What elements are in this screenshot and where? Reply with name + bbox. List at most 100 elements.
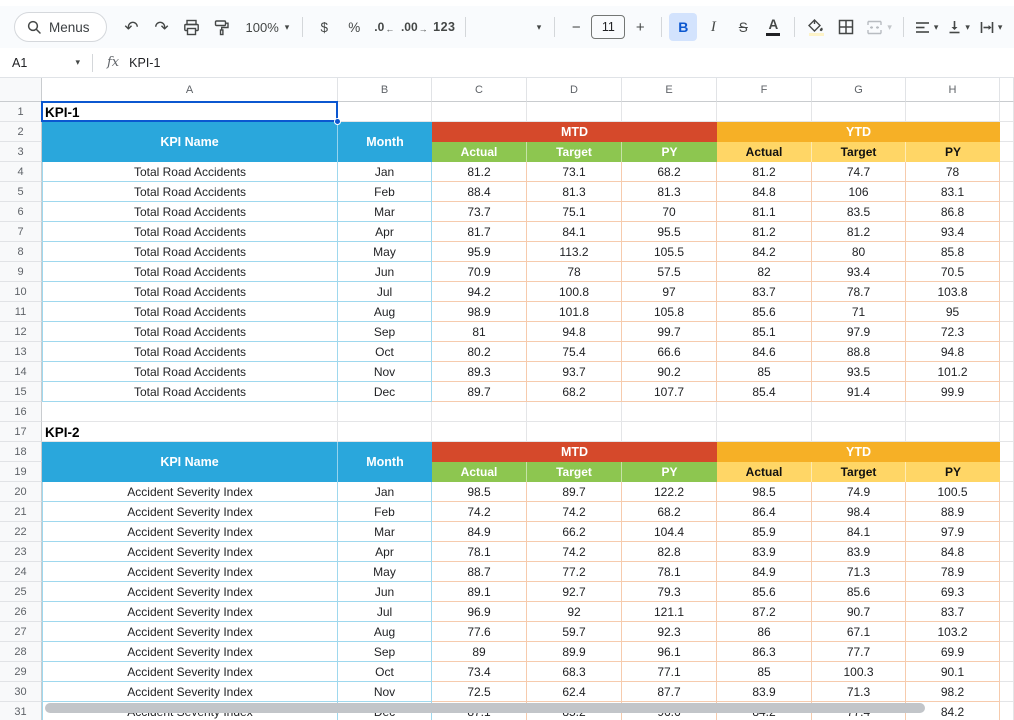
- value-cell[interactable]: 81.3: [622, 182, 717, 202]
- value-cell[interactable]: 98.5: [432, 482, 527, 502]
- row-header-24[interactable]: 24: [0, 562, 42, 582]
- ytd-subheader[interactable]: Actual: [717, 142, 812, 162]
- value-cell[interactable]: 74.2: [527, 502, 622, 522]
- kpi-name-header[interactable]: KPI Name: [42, 122, 338, 162]
- value-cell[interactable]: 121.1: [622, 602, 717, 622]
- row-header-1[interactable]: 1: [0, 102, 42, 122]
- value-cell[interactable]: 98.5: [717, 482, 812, 502]
- column-header-C[interactable]: C: [432, 78, 527, 102]
- month-cell[interactable]: Jan: [338, 162, 432, 182]
- row-header-28[interactable]: 28: [0, 642, 42, 662]
- text-color-button[interactable]: A: [759, 13, 787, 41]
- value-cell[interactable]: 104.4: [622, 522, 717, 542]
- row-header-19[interactable]: 19: [0, 462, 42, 482]
- value-cell[interactable]: 81: [432, 322, 527, 342]
- paint-format-button[interactable]: [208, 13, 236, 41]
- mtd-header[interactable]: MTD: [432, 442, 717, 462]
- redo-button[interactable]: ↷: [148, 13, 176, 41]
- grid-cell[interactable]: [717, 102, 812, 122]
- grid-cell[interactable]: [1000, 662, 1014, 682]
- grid-cell[interactable]: [527, 402, 622, 422]
- grid-cell[interactable]: [1000, 682, 1014, 702]
- value-cell[interactable]: 100.3: [812, 662, 906, 682]
- grid-cell[interactable]: [622, 402, 717, 422]
- kpi-name-cell[interactable]: Accident Severity Index: [42, 542, 338, 562]
- vertical-align-button[interactable]: ▾: [944, 13, 974, 41]
- row-header-2[interactable]: 2: [0, 122, 42, 142]
- grid-cell[interactable]: [1000, 582, 1014, 602]
- value-cell[interactable]: 90.1: [906, 662, 1000, 682]
- value-cell[interactable]: 66.6: [622, 342, 717, 362]
- grid-cell[interactable]: [1000, 282, 1014, 302]
- row-header-16[interactable]: 16: [0, 402, 42, 422]
- value-cell[interactable]: 84.8: [717, 182, 812, 202]
- kpi-name-cell[interactable]: Total Road Accidents: [42, 182, 338, 202]
- value-cell[interactable]: 83.1: [906, 182, 1000, 202]
- value-cell[interactable]: 88.4: [432, 182, 527, 202]
- fill-color-button[interactable]: [802, 13, 830, 41]
- value-cell[interactable]: 94.8: [527, 322, 622, 342]
- value-cell[interactable]: 89.7: [432, 382, 527, 402]
- kpi-name-cell[interactable]: Total Road Accidents: [42, 282, 338, 302]
- grid-cell[interactable]: [1000, 522, 1014, 542]
- value-cell[interactable]: 96.9: [432, 602, 527, 622]
- grid-cell[interactable]: [338, 422, 432, 442]
- value-cell[interactable]: 93.5: [812, 362, 906, 382]
- value-cell[interactable]: 81.2: [812, 222, 906, 242]
- zoom-dropdown[interactable]: 100% ▾: [238, 13, 296, 41]
- row-header-5[interactable]: 5: [0, 182, 42, 202]
- grid-cell[interactable]: [338, 402, 432, 422]
- grid-cell[interactable]: [906, 422, 1000, 442]
- value-cell[interactable]: 103.8: [906, 282, 1000, 302]
- value-cell[interactable]: 71.3: [812, 562, 906, 582]
- month-cell[interactable]: Feb: [338, 182, 432, 202]
- grid-cell[interactable]: [717, 402, 812, 422]
- row-header-25[interactable]: 25: [0, 582, 42, 602]
- value-cell[interactable]: 74.2: [432, 502, 527, 522]
- grid-cell[interactable]: [1000, 562, 1014, 582]
- grid-cell[interactable]: [1000, 622, 1014, 642]
- value-cell[interactable]: 95: [906, 302, 1000, 322]
- grid-cell[interactable]: [1000, 542, 1014, 562]
- month-cell[interactable]: Aug: [338, 622, 432, 642]
- value-cell[interactable]: 88.9: [906, 502, 1000, 522]
- kpi-name-cell[interactable]: Accident Severity Index: [42, 642, 338, 662]
- grid-corner[interactable]: [0, 78, 42, 102]
- value-cell[interactable]: 68.3: [527, 662, 622, 682]
- value-cell[interactable]: 107.7: [622, 382, 717, 402]
- mtd-subheader[interactable]: Actual: [432, 462, 527, 482]
- mtd-subheader[interactable]: Target: [527, 462, 622, 482]
- horizontal-align-button[interactable]: ▾: [911, 13, 943, 41]
- value-cell[interactable]: 70: [622, 202, 717, 222]
- row-header-12[interactable]: 12: [0, 322, 42, 342]
- grid-cell[interactable]: [432, 422, 527, 442]
- value-cell[interactable]: 78.1: [432, 542, 527, 562]
- value-cell[interactable]: 74.2: [527, 542, 622, 562]
- decrease-font-size-button[interactable]: −: [562, 13, 590, 41]
- value-cell[interactable]: 71: [812, 302, 906, 322]
- grid-cell[interactable]: [812, 102, 906, 122]
- row-header-9[interactable]: 9: [0, 262, 42, 282]
- grid-cell[interactable]: [1000, 322, 1014, 342]
- month-cell[interactable]: Sep: [338, 322, 432, 342]
- row-header-21[interactable]: 21: [0, 502, 42, 522]
- value-cell[interactable]: 85.8: [906, 242, 1000, 262]
- grid-cell[interactable]: [1000, 382, 1014, 402]
- column-header-partial[interactable]: [1000, 78, 1014, 102]
- print-button[interactable]: [178, 13, 206, 41]
- value-cell[interactable]: 97.9: [906, 522, 1000, 542]
- value-cell[interactable]: 87.2: [717, 602, 812, 622]
- grid-cell[interactable]: [432, 402, 527, 422]
- month-cell[interactable]: Oct: [338, 662, 432, 682]
- column-header-F[interactable]: F: [717, 78, 812, 102]
- value-cell[interactable]: 81.2: [717, 222, 812, 242]
- value-cell[interactable]: 89.3: [432, 362, 527, 382]
- value-cell[interactable]: 93.7: [527, 362, 622, 382]
- value-cell[interactable]: 92: [527, 602, 622, 622]
- grid-cell[interactable]: [1000, 442, 1014, 462]
- row-header-18[interactable]: 18: [0, 442, 42, 462]
- value-cell[interactable]: 83.9: [812, 542, 906, 562]
- row-header-27[interactable]: 27: [0, 622, 42, 642]
- value-cell[interactable]: 84.9: [717, 562, 812, 582]
- row-header-26[interactable]: 26: [0, 602, 42, 622]
